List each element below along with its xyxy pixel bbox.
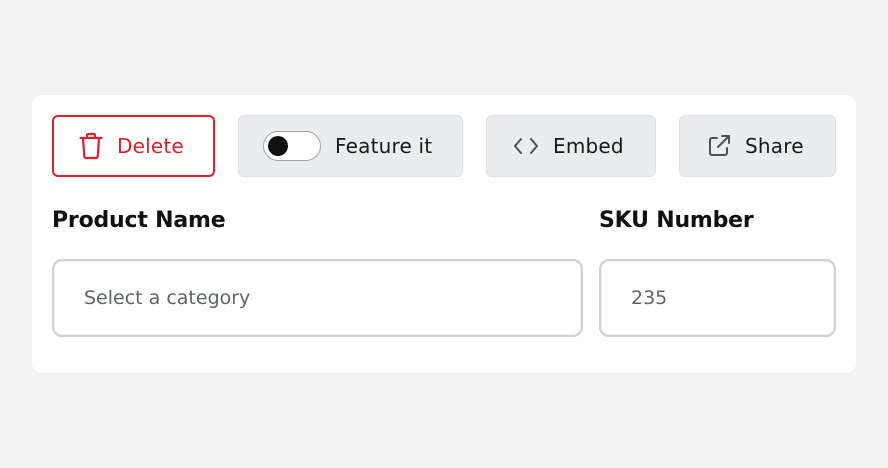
toggle-knob bbox=[268, 136, 288, 156]
delete-button[interactable]: Delete bbox=[52, 115, 215, 177]
product-name-input[interactable] bbox=[52, 259, 583, 337]
feature-toggle-button[interactable]: Feature it bbox=[238, 115, 463, 177]
feature-toggle-switch[interactable] bbox=[263, 131, 321, 161]
trash-icon bbox=[79, 132, 103, 160]
share-button[interactable]: Share bbox=[679, 115, 836, 177]
product-form-card: Delete Feature it Embed Share Product Na… bbox=[32, 95, 856, 373]
code-icon bbox=[513, 137, 539, 155]
share-button-label: Share bbox=[745, 134, 804, 158]
embed-button[interactable]: Embed bbox=[486, 115, 656, 177]
sku-number-input[interactable] bbox=[599, 259, 836, 337]
embed-button-label: Embed bbox=[553, 134, 624, 158]
external-link-icon bbox=[707, 134, 731, 158]
sku-number-label: SKU Number bbox=[599, 208, 754, 233]
delete-button-label: Delete bbox=[117, 134, 184, 158]
feature-toggle-label: Feature it bbox=[335, 134, 433, 158]
product-name-label: Product Name bbox=[52, 208, 226, 233]
